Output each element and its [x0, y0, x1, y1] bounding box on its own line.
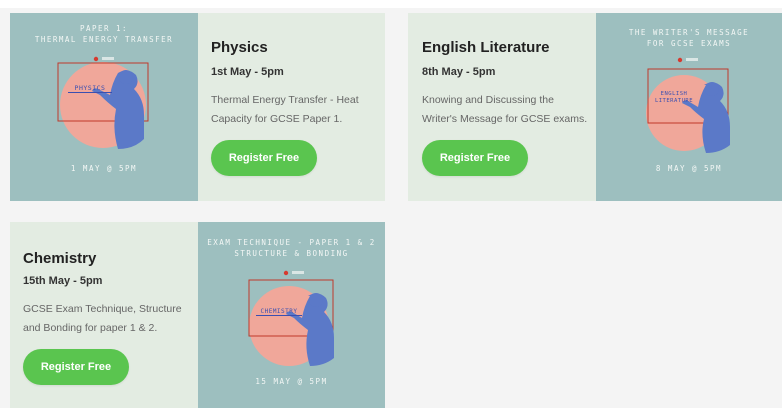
poster-physics: PAPER 1: THERMAL ENERGY TRANSFER PHYSICS…	[10, 13, 198, 201]
card-title: Physics	[211, 39, 268, 56]
card-title: English Literature	[422, 39, 550, 56]
card-date: 1st May - 5pm	[211, 66, 284, 78]
card-title: Chemistry	[23, 250, 97, 267]
register-button[interactable]: Register Free	[23, 349, 129, 385]
register-button[interactable]: Register Free	[422, 140, 528, 176]
register-button[interactable]: Register Free	[211, 140, 317, 176]
card-info: Chemistry 15th May - 5pm GCSE Exam Techn…	[10, 222, 198, 408]
card-info: Physics 1st May - 5pm Thermal Energy Tra…	[198, 13, 385, 201]
poster-footer: 15 MAY @ 5PM	[255, 377, 328, 386]
poster-chemistry: EXAM TECHNIQUE - PAPER 1 & 2 STRUCTURE &…	[198, 222, 385, 408]
card-description: Thermal Energy Transfer - Heat Capacity …	[211, 94, 359, 125]
poster-english-literature: THE WRITER'S MESSAGE FOR GCSE EXAMS ENGL…	[596, 13, 782, 201]
card-date: 8th May - 5pm	[422, 66, 496, 78]
poster-footer: 1 MAY @ 5PM	[70, 164, 138, 173]
board-label: PHYSICS	[68, 85, 112, 93]
top-bar	[0, 0, 782, 8]
webinar-card-chemistry: Chemistry 15th May - 5pm GCSE Exam Techn…	[10, 222, 385, 408]
board-label: ENGLISH LITERATURE	[654, 91, 694, 104]
poster-footer: 8 MAY @ 5PM	[655, 164, 723, 173]
webinar-card-english-literature: English Literature 8th May - 5pm Knowing…	[408, 13, 782, 201]
card-description: GCSE Exam Technique, Structure and Bondi…	[23, 303, 182, 334]
webinar-card-physics: PAPER 1: THERMAL ENERGY TRANSFER PHYSICS…	[10, 13, 385, 201]
card-description: Knowing and Discussing the Writer's Mess…	[422, 94, 588, 125]
card-date: 15th May - 5pm	[23, 275, 103, 287]
card-info: English Literature 8th May - 5pm Knowing…	[408, 13, 596, 201]
board-label: CHEMISTRY	[256, 308, 302, 316]
